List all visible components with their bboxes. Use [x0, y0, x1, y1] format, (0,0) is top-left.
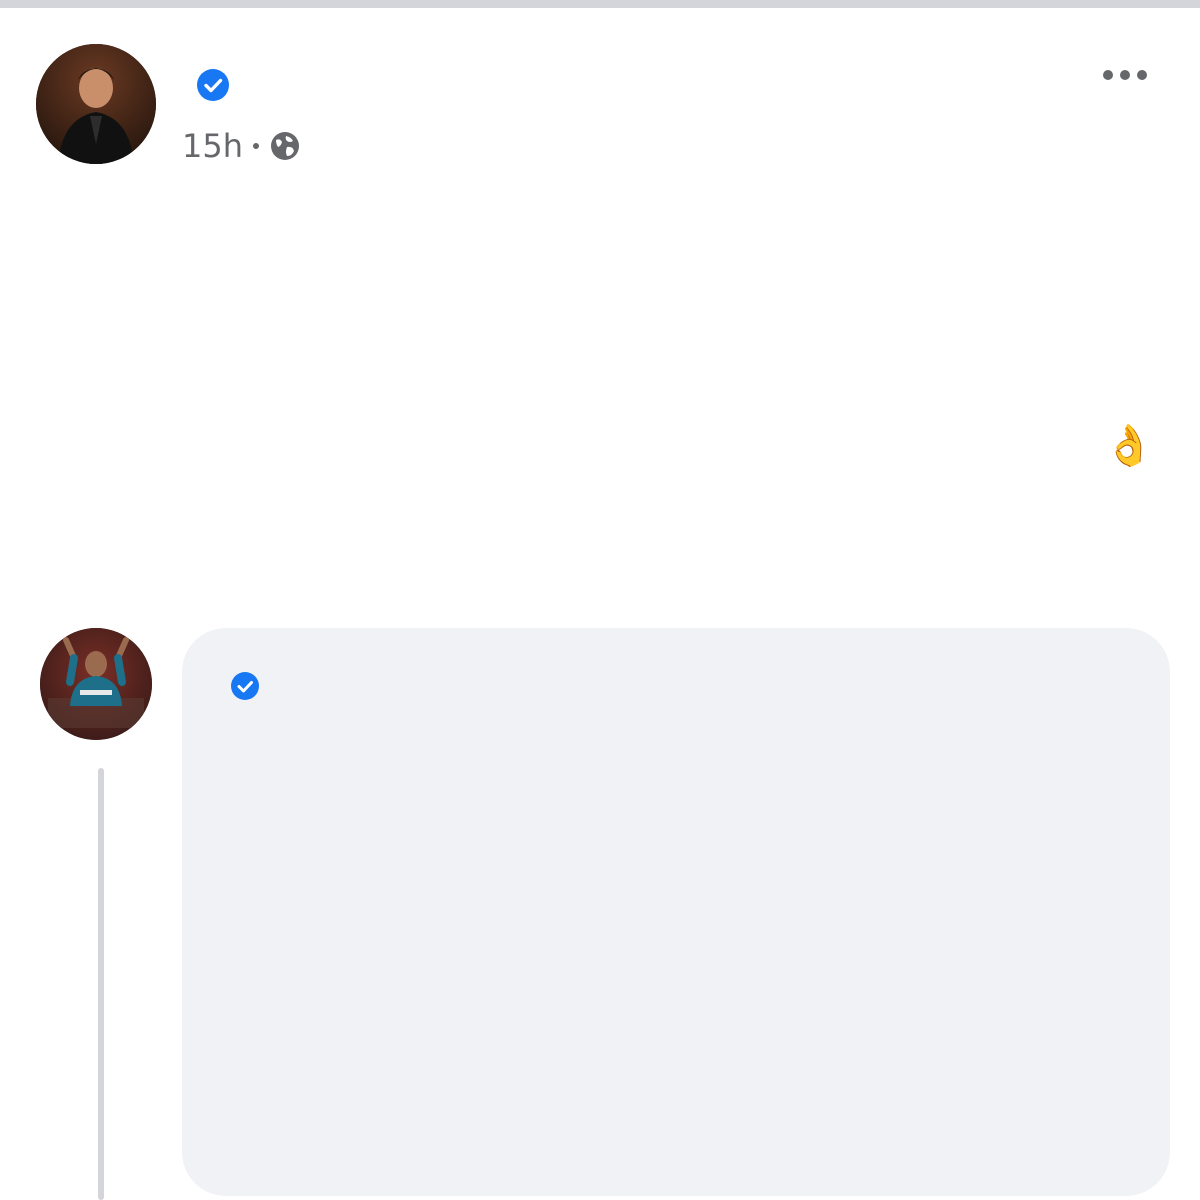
comment-thread-line	[98, 768, 104, 1200]
facebook-post: 15h 👌	[0, 8, 1200, 1200]
post-line-1	[160, 220, 1160, 284]
more-dot	[1137, 70, 1147, 80]
post-line-2	[160, 284, 1160, 348]
top-frame-border	[0, 0, 1200, 8]
ok-hand-emoji: 👌	[1104, 423, 1154, 469]
more-dot	[1120, 70, 1130, 80]
commenter-avatar[interactable]	[40, 628, 152, 740]
author-row	[182, 60, 230, 110]
comment-line	[230, 918, 1130, 984]
comment-bubble	[182, 628, 1170, 1196]
post-meta: 15h	[182, 126, 301, 166]
verified-badge-icon	[197, 69, 229, 101]
comment-line	[230, 852, 1130, 918]
more-horizontal-icon	[1103, 70, 1113, 80]
author-avatar[interactable]	[36, 44, 156, 164]
commenter-avatar-image	[40, 628, 152, 740]
more-options-button[interactable]	[1090, 50, 1160, 100]
comment-line	[230, 786, 1130, 852]
author-avatar-image	[36, 44, 156, 164]
post-line-3	[160, 348, 1160, 412]
meta-separator	[253, 143, 259, 149]
post-line-4: 👌	[160, 412, 1160, 478]
comment-line	[230, 720, 1130, 786]
comment-line	[230, 1050, 1130, 1116]
globe-icon[interactable]	[269, 130, 301, 162]
post-timestamp[interactable]: 15h	[182, 127, 243, 165]
comment-text	[230, 720, 1130, 1182]
verified-badge-icon	[231, 672, 259, 700]
comment-line	[230, 984, 1130, 1050]
post-body: 👌	[160, 220, 1160, 478]
comment-author-row	[218, 664, 260, 708]
comment-line	[230, 1116, 1130, 1182]
